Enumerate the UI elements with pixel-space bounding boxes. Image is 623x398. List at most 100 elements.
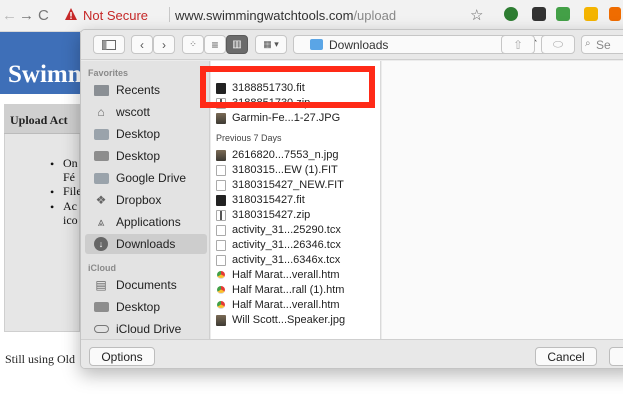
cancel-button[interactable]: Cancel xyxy=(535,347,597,366)
sidebar-item-google-drive[interactable]: Google Drive xyxy=(85,168,207,188)
sidebar-item-label: iCloud Drive xyxy=(116,322,182,336)
not-secure-label: Not Secure xyxy=(83,8,149,23)
sidebar-item-icloud-drive[interactable]: iCloud Drive xyxy=(85,319,207,339)
sidebar-item-label: Desktop xyxy=(116,127,161,141)
extension-orange-icon[interactable] xyxy=(609,7,621,21)
list-bullet: • xyxy=(50,185,55,199)
file-name: Will Scott...Speaker.jpg xyxy=(232,314,346,326)
sidebar-item-label: Desktop xyxy=(116,300,161,314)
browser-toolbar: ← → C Not Secure www.swimmingwatchtools.… xyxy=(0,0,623,32)
open-button[interactable] xyxy=(609,347,623,366)
forward-button[interactable]: › xyxy=(153,35,175,54)
favorites-heading: Favorites xyxy=(88,68,129,78)
file-row[interactable]: 3180315...EW (1).FIT xyxy=(211,163,381,178)
file-row[interactable]: Will Scott...Speaker.jpg xyxy=(211,313,381,328)
file-row[interactable]: Half Marat...verall.htm xyxy=(211,268,381,283)
extension-leaf-icon[interactable] xyxy=(504,7,518,21)
address-bar[interactable]: Not Secure www.swimmingwatchtools.com/up… xyxy=(60,5,396,26)
file-name: 3180315427.zip xyxy=(232,209,311,221)
file-row[interactable]: 2616820...7553_n.jpg xyxy=(211,148,381,163)
file-row[interactable]: activity_31...26346.tcx xyxy=(211,238,381,253)
file-name: 3180315427_NEW.FIT xyxy=(232,179,344,191)
gallery-view-button[interactable]: ▦ ▾ xyxy=(255,35,287,54)
site-list-item: File xyxy=(63,184,82,198)
zip-file-icon xyxy=(216,210,226,221)
sidebar-item-wscott[interactable]: ⌂ wscott xyxy=(85,102,207,122)
file-row[interactable]: 3180315427.zip xyxy=(211,208,381,223)
dialog-toolbar: ‹ › ⁘ ≡ ▥ ▦ ▾ Downloads ⌃ ⇧ ⬭ ⌕ Se xyxy=(81,30,623,60)
sidebar-item-documents[interactable]: ▤ Documents xyxy=(85,275,207,295)
site-list-item: Fé xyxy=(63,170,75,184)
file-row[interactable]: Garmin-Fe...1-27.JPG xyxy=(211,111,381,126)
options-button[interactable]: Options xyxy=(89,347,155,366)
drive-icon xyxy=(93,149,109,163)
site-title: Swimm xyxy=(8,61,89,88)
search-field[interactable]: ⌕ Se xyxy=(581,35,623,54)
sidebar-item-desktop-drive[interactable]: Desktop xyxy=(85,146,207,166)
sidebar-item-label: Documents xyxy=(116,278,177,292)
sidebar-item-downloads[interactable]: ↓ Downloads xyxy=(85,234,207,254)
recents-icon xyxy=(93,83,109,97)
image-file-icon xyxy=(216,315,226,326)
icon-view-button[interactable]: ⁘ xyxy=(182,35,204,54)
drive-icon xyxy=(93,300,109,314)
column-view-button[interactable]: ▥ xyxy=(226,35,248,54)
gallery-icon: ▦ ▾ xyxy=(263,39,279,49)
document-file-icon xyxy=(216,240,226,251)
file-name: activity_31...25290.tcx xyxy=(232,224,341,236)
location-label: Downloads xyxy=(329,38,389,52)
file-row[interactable]: 3180315427.fit xyxy=(211,193,381,208)
sidebar-item-desktop-folder[interactable]: Desktop xyxy=(85,124,207,144)
list-view-button[interactable]: ≡ xyxy=(204,35,226,54)
share-button[interactable]: ⇧ xyxy=(501,35,535,54)
preview-column xyxy=(382,61,623,339)
bookmark-star-icon[interactable]: ☆ xyxy=(470,6,483,24)
reload-icon[interactable]: C xyxy=(38,7,49,24)
file-name: Garmin-Fe...1-27.JPG xyxy=(232,112,341,124)
sidebar-toggle-button[interactable] xyxy=(93,35,125,54)
documents-icon: ▤ xyxy=(95,278,107,292)
columns-icon: ▥ xyxy=(232,39,242,50)
sidebar-item-icloud-desktop[interactable]: Desktop xyxy=(85,297,207,317)
document-file-icon xyxy=(216,165,226,176)
share-icon: ⇧ xyxy=(512,37,524,52)
extension-green-icon[interactable] xyxy=(556,7,570,21)
extension-bookmark-icon[interactable] xyxy=(532,7,546,21)
warning-icon xyxy=(65,8,77,20)
chrome-html-icon xyxy=(217,271,225,279)
sidebar-item-label: Applications xyxy=(116,215,181,229)
url-text[interactable]: www.swimmingwatchtools.com/upload xyxy=(175,8,396,23)
file-row[interactable]: 3180315427_NEW.FIT xyxy=(211,178,381,193)
file-row[interactable]: activity_31...6346x.tcx xyxy=(211,253,381,268)
site-list-item: ico xyxy=(63,213,78,227)
forward-icon[interactable]: → xyxy=(19,7,34,24)
extension-yellow-icon[interactable] xyxy=(584,7,598,21)
file-row[interactable]: activity_31...25290.tcx xyxy=(211,223,381,238)
url-separator xyxy=(169,7,170,22)
list-bullet: • xyxy=(50,157,55,171)
downloads-icon: ↓ xyxy=(93,237,109,251)
sidebar-item-label: Google Drive xyxy=(116,171,187,185)
sidebar-item-dropbox[interactable]: ❖ Dropbox xyxy=(85,190,207,210)
document-file-icon xyxy=(216,225,226,236)
highlight-annotation xyxy=(200,66,375,108)
sidebar-item-recents[interactable]: Recents xyxy=(85,80,207,100)
url-path: /upload xyxy=(353,8,397,23)
chevron-left-icon: ‹ xyxy=(140,37,144,52)
back-button[interactable]: ‹ xyxy=(131,35,153,54)
file-row[interactable]: Half Marat...verall.htm xyxy=(211,298,381,313)
folder-icon xyxy=(93,127,109,141)
applications-icon: ⩓ xyxy=(97,214,105,229)
sidebar-icon xyxy=(102,39,116,50)
chrome-html-icon xyxy=(217,301,225,309)
tags-button[interactable]: ⬭ xyxy=(541,35,575,54)
cloud-icon xyxy=(93,322,109,336)
document-file-icon xyxy=(216,180,226,191)
file-name: Half Marat...verall.htm xyxy=(232,299,340,311)
file-row[interactable]: Half Marat...rall (1).htm xyxy=(211,283,381,298)
upload-panel-title: Upload Act xyxy=(10,113,68,127)
sidebar-item-label: wscott xyxy=(116,105,151,119)
back-icon[interactable]: ← xyxy=(2,7,17,24)
fit-file-icon xyxy=(216,195,226,206)
sidebar-item-applications[interactable]: ⩓ Applications xyxy=(85,212,207,232)
